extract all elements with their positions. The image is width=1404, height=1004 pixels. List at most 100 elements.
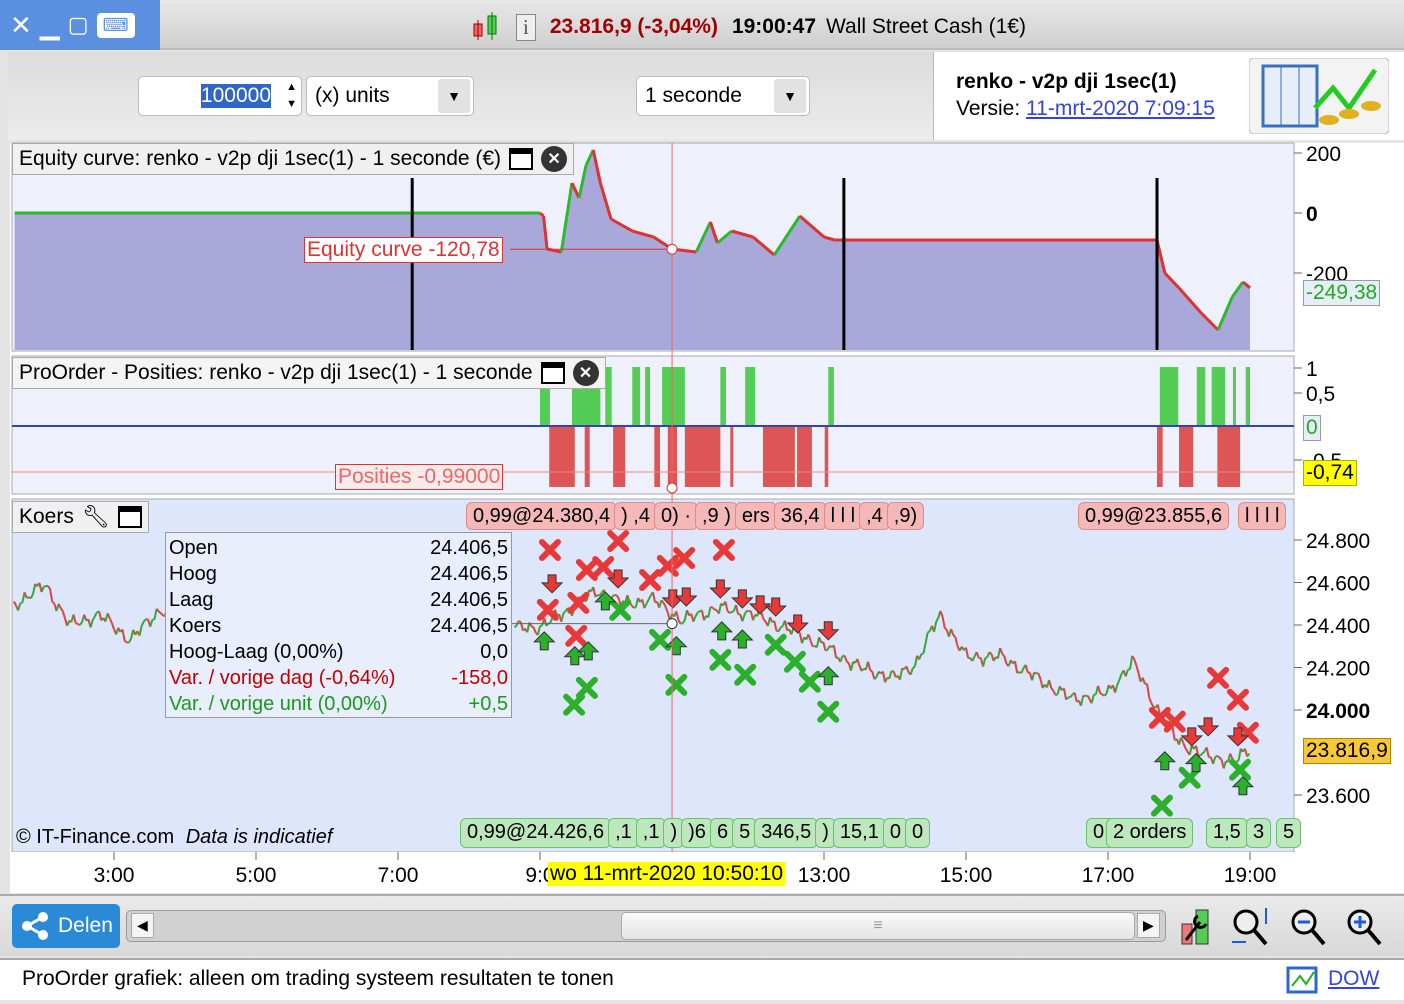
price-segment — [846, 660, 850, 665]
price-segment — [633, 606, 637, 609]
maximize-panel-icon[interactable] — [540, 362, 565, 384]
time-tick-label: 5:00 — [236, 864, 277, 887]
time-tick-label: 17:00 — [1082, 864, 1135, 887]
legend-label: Var. / vorige unit (0,00%) — [169, 693, 388, 715]
legend-row: Open 24.406,5 — [169, 535, 508, 561]
order-tag[interactable]: ,4 — [859, 502, 890, 530]
short-position-bar — [1217, 427, 1241, 487]
zoom-in-icon[interactable] — [1344, 906, 1384, 948]
scroll-right-icon[interactable]: ▶ — [1137, 913, 1160, 938]
price-segment — [612, 594, 615, 597]
price-segment — [539, 624, 543, 628]
axis-tick-label: 24.000 — [1306, 700, 1370, 723]
short-position-bar — [1179, 427, 1194, 487]
price-segment — [530, 625, 535, 629]
price-segment — [920, 652, 924, 656]
order-tag[interactable]: 0 — [904, 818, 931, 848]
time-tick-label: 3:00 — [94, 864, 135, 887]
order-tag[interactable]: ,9) — [886, 502, 925, 530]
order-tag[interactable]: ers — [734, 502, 777, 530]
horizontal-scrollbar[interactable]: ◀ ≡ ▶ — [126, 910, 1166, 942]
order-tag[interactable]: 5 — [1276, 818, 1302, 848]
price-segment — [19, 601, 23, 605]
legend-value: 24.406,5 — [430, 615, 508, 637]
order-tag[interactable]: 2 orders — [1106, 818, 1194, 848]
crosshair-point — [666, 482, 678, 494]
price-legend: Open 24.406,5 Hoog 24.406,5 Laag 24.406,5 Koer… — [165, 532, 512, 718]
maximize-panel-icon[interactable] — [509, 148, 534, 170]
order-tag[interactable]: 0,99@23.855,6 — [1078, 502, 1230, 530]
equity-last-value: -249,38 — [1303, 280, 1381, 306]
price-segment — [1016, 671, 1020, 674]
order-tag[interactable]: l l l l — [1238, 502, 1287, 530]
maximize-panel-icon[interactable] — [117, 506, 142, 528]
price-segment — [1216, 754, 1221, 759]
dow-link[interactable]: DOW — [1328, 967, 1379, 991]
order-tag[interactable]: 15,1 — [832, 818, 886, 848]
long-position-bar — [720, 367, 727, 427]
long-position-bar — [1159, 367, 1179, 427]
legend-value: 0,0 — [480, 641, 508, 663]
axis-tick-label: 23.600 — [1306, 785, 1370, 808]
order-tag[interactable]: ,1 — [608, 818, 639, 848]
positions-panel-title: ProOrder - Posities: renko - v2p dji 1se… — [19, 361, 533, 384]
long-position-bar — [828, 367, 834, 427]
time-tick-label: 19:00 — [1224, 864, 1277, 887]
legend-label: Var. / vorige dag (-0,64%) — [169, 667, 396, 689]
short-position-bar — [762, 427, 795, 487]
chart-link-icon[interactable] — [1286, 966, 1318, 994]
long-position-bar — [632, 367, 641, 427]
legend-value: -158,0 — [451, 667, 508, 689]
chart-settings-icon[interactable] — [1178, 906, 1212, 948]
price-panel-title: Koers — [19, 505, 74, 528]
order-tag[interactable]: 0,99@24.426,6 — [460, 818, 612, 848]
legend-row: Var. / vorige dag (-0,64%) -158,0 — [169, 665, 508, 691]
legend-label: Open — [169, 537, 218, 559]
short-position-bar — [549, 427, 575, 487]
order-tags-bottom: 0,99@24.426,6,1,1))665346,5)15,1000,92 o… — [460, 818, 1302, 848]
order-tag[interactable]: 1,5 — [1206, 818, 1248, 848]
legend-row: Hoog-Laag (0,00%) 0,0 — [169, 639, 508, 665]
price-last-value: 23.816,9 — [1303, 738, 1391, 764]
price-segment — [825, 649, 828, 652]
order-tag[interactable]: ,1 — [635, 818, 667, 848]
order-tag[interactable]: )6 — [681, 818, 713, 848]
scrollbar-thumb[interactable]: ≡ — [621, 912, 1135, 940]
close-panel-icon[interactable]: ✕ — [541, 146, 568, 172]
short-position-bar — [613, 427, 626, 487]
price-segment — [584, 599, 588, 603]
legend-row: Laag 24.406,5 — [169, 587, 508, 613]
positions-zero-tag: 0 — [1303, 415, 1321, 441]
chart-canvas[interactable]: 2000-20010,5-0,524.80024.60024.40024.200… — [0, 0, 1404, 894]
scroll-left-icon[interactable]: ◀ — [131, 913, 154, 938]
zoom-out-icon[interactable] — [1288, 906, 1328, 948]
bottom-toolbar: Delen ◀ ≡ ▶ — [0, 894, 1404, 956]
axis-tick-label: 0 — [1306, 203, 1318, 226]
order-tag[interactable]: 346,5 — [754, 818, 819, 848]
order-tag[interactable]: ,9 ) — [695, 502, 738, 530]
positions-last-value: -0,74 — [1303, 460, 1357, 486]
share-button[interactable]: Delen — [12, 904, 120, 948]
crosshair-point — [666, 618, 678, 630]
order-tag[interactable]: 0) · — [654, 502, 698, 530]
close-panel-icon[interactable]: ✕ — [572, 360, 599, 386]
order-tag[interactable]: 3 — [1246, 818, 1272, 848]
order-tag[interactable]: ) ,4 — [614, 502, 657, 530]
long-position-bar — [1196, 367, 1206, 427]
wrench-icon[interactable]: 🔧︎ — [82, 504, 110, 530]
short-position-bar — [684, 427, 721, 487]
positions-panel-header: ProOrder - Posities: renko - v2p dji 1se… — [12, 357, 606, 389]
price-segment — [984, 656, 988, 660]
price-segment — [780, 625, 784, 629]
price-segment — [518, 620, 522, 623]
order-tag[interactable]: 36,4 — [773, 502, 827, 530]
order-tag[interactable]: 0,99@24.380,4 — [466, 502, 618, 530]
equity-cursor-label: Equity curve -120,78 — [304, 237, 503, 263]
positions-cursor-label: Posities -0,99000 — [335, 464, 504, 490]
zoom-fit-icon[interactable] — [1230, 906, 1272, 948]
order-tag[interactable]: l l l — [823, 502, 863, 530]
long-position-bar — [1232, 367, 1236, 427]
price-segment — [1099, 692, 1103, 696]
short-position-bar — [1156, 427, 1163, 487]
time-tick-label: 13:00 — [798, 864, 851, 887]
